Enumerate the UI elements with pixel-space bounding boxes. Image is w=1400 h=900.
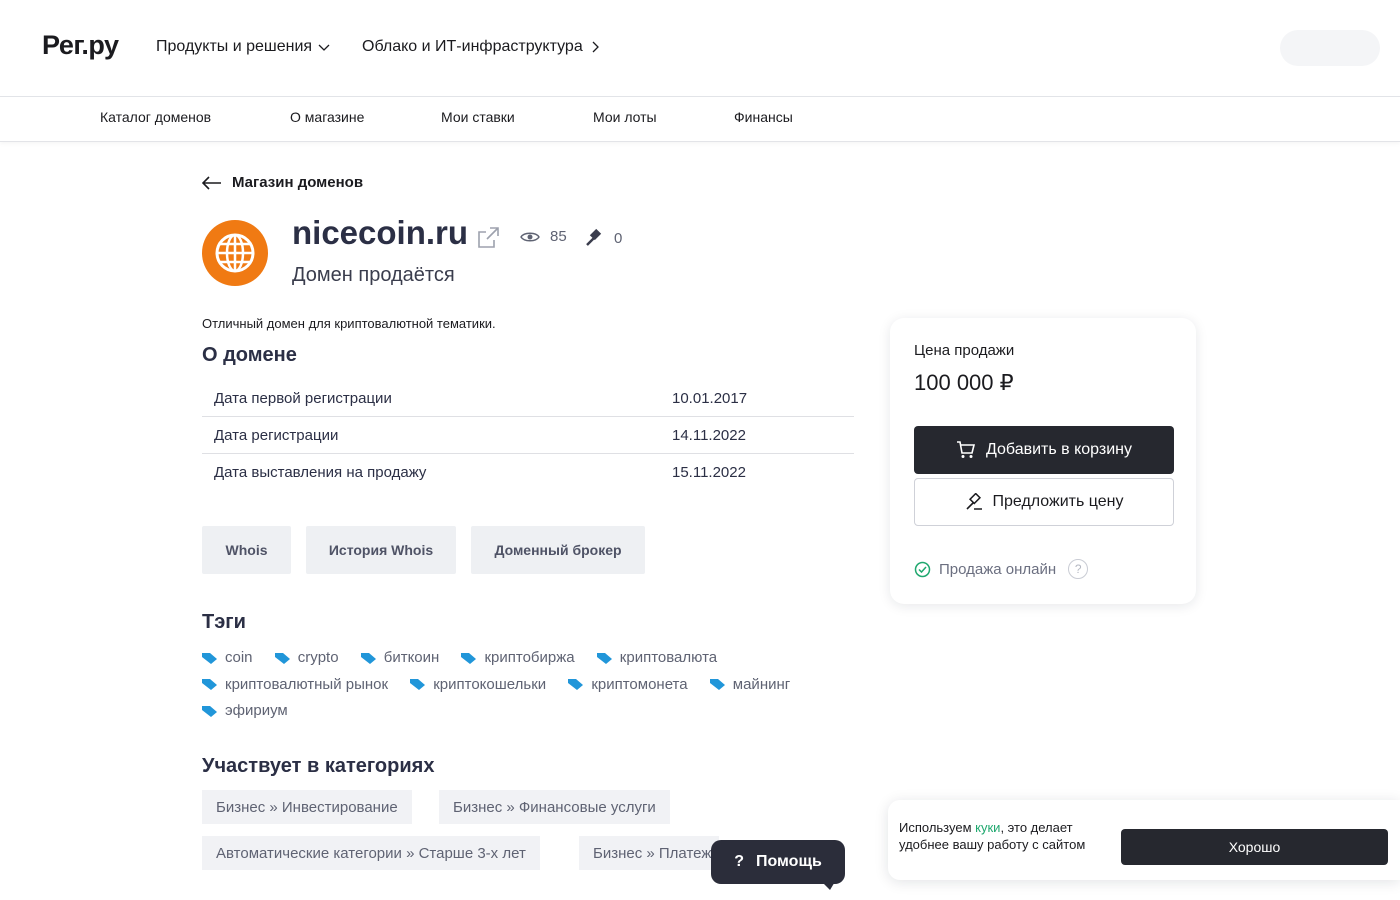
tag-item[interactable]: криптокошельки — [410, 673, 546, 697]
domain-avatar — [202, 220, 268, 286]
table-row: Дата выставления на продажу 15.11.2022 — [202, 454, 854, 491]
question-icon: ? — [734, 853, 744, 870]
cart-icon — [956, 441, 976, 458]
subnav-about-shop[interactable]: О магазине — [290, 109, 364, 125]
check-circle-icon — [914, 561, 931, 577]
tag-icon — [360, 652, 376, 664]
shop-subnav: Каталог доменов О магазине Мои ставки Мо… — [0, 97, 1400, 142]
cookie-banner: Используем куки, это делает удобнее вашу… — [888, 800, 1400, 880]
category-chip[interactable]: Бизнес » Финансовые услуги — [439, 790, 670, 824]
online-sale-status: Продажа онлайн ? — [914, 559, 1089, 579]
online-sale-label: Продажа онлайн — [939, 560, 1057, 578]
about-heading: О домене — [202, 344, 297, 366]
row-value: 15.11.2022 — [672, 464, 746, 481]
top-header: Рег.ру Продукты и решения Облако и ИТ-ин… — [0, 0, 1400, 97]
subnav-my-bids[interactable]: Мои ставки — [441, 109, 515, 125]
tag-item[interactable]: coin — [202, 646, 253, 670]
back-link-label: Магазин доменов — [232, 174, 364, 191]
add-to-cart-button[interactable]: Добавить в корзину — [914, 426, 1174, 474]
tag-item[interactable]: биткоин — [360, 646, 439, 670]
arrow-left-icon — [202, 175, 221, 190]
globe-icon — [215, 233, 255, 273]
row-key: Дата первой регистрации — [214, 389, 392, 407]
whois-history-button[interactable]: История Whois — [306, 526, 456, 574]
bids-count: 0 — [614, 229, 623, 247]
tag-icon — [709, 679, 725, 690]
site-logo[interactable]: Рег.ру — [42, 30, 119, 61]
eye-icon — [520, 232, 540, 241]
views-stat: 85 — [520, 228, 567, 245]
domain-description: Отличный домен для криптовалютной темати… — [202, 316, 496, 331]
tag-item[interactable]: криптобиржа — [461, 646, 575, 670]
tag-item[interactable]: crypto — [274, 646, 339, 670]
nav-cloud[interactable]: Облако и ИТ-инфраструктура — [362, 38, 601, 56]
tag-icon — [596, 652, 612, 664]
tags-list: coin crypto биткоин криптобиржа криптова… — [202, 646, 862, 726]
help-button[interactable]: ? Помощь — [711, 840, 845, 884]
tags-heading: Тэги — [202, 611, 246, 633]
table-row: Дата первой регистрации 10.01.2017 — [202, 380, 854, 417]
tag-icon — [274, 652, 290, 664]
tag-icon — [410, 679, 426, 690]
auction-hammer-icon — [586, 228, 602, 246]
help-label: Помощь — [755, 853, 822, 870]
category-chip[interactable]: Автоматические категории » Старше 3-х ле… — [202, 836, 540, 870]
tag-icon — [202, 652, 217, 664]
nav-products-label: Продукты и решения — [156, 38, 313, 55]
offer-price-button[interactable]: Предложить цену — [914, 478, 1174, 526]
bids-stat: 0 — [584, 228, 622, 248]
domain-broker-button[interactable]: Доменный брокер — [471, 526, 645, 574]
row-key: Дата регистрации — [214, 426, 339, 444]
tag-item[interactable]: эфириум — [202, 699, 288, 723]
nav-cloud-label: Облако и ИТ-инфраструктура — [362, 38, 583, 55]
cookie-link[interactable]: куки — [975, 820, 1000, 835]
views-count: 85 — [550, 228, 567, 245]
question-icon[interactable]: ? — [1068, 559, 1089, 579]
domain-title: nicecoin.ru — [292, 214, 469, 251]
tag-icon — [202, 679, 217, 690]
offer-price-label: Предложить цену — [992, 493, 1124, 510]
subnav-my-lots[interactable]: Мои лоты — [593, 109, 657, 125]
tag-item[interactable]: криптомонета — [568, 673, 688, 697]
chevron-right-icon — [592, 41, 599, 53]
category-chip[interactable]: Бизнес » Инвестирование — [202, 790, 412, 824]
subnav-finance[interactable]: Финансы — [734, 109, 793, 125]
price-value: 100 000 ₽ — [914, 370, 1014, 395]
tag-item[interactable]: криптовалюта — [596, 646, 717, 670]
price-label: Цена продажи — [914, 342, 1015, 359]
add-to-cart-label: Добавить в корзину — [985, 441, 1132, 458]
row-value: 14.11.2022 — [672, 426, 746, 444]
domain-status: Домен продаётся — [292, 264, 455, 286]
cookie-text: Используем куки, это делает удобнее вашу… — [899, 820, 1086, 852]
external-link-icon[interactable] — [476, 226, 500, 255]
table-row: Дата регистрации 14.11.2022 — [202, 417, 854, 454]
nav-products[interactable]: Продукты и решения — [156, 38, 330, 56]
about-table: Дата первой регистрации 10.01.2017 Дата … — [202, 380, 854, 491]
login-button-placeholder[interactable] — [1280, 30, 1380, 66]
back-link[interactable]: Магазин доменов — [202, 174, 363, 191]
category-chip[interactable]: Бизнес » Платеж — [579, 836, 719, 870]
tag-icon — [202, 705, 217, 717]
row-value: 10.01.2017 — [672, 389, 748, 407]
tag-icon — [461, 652, 477, 664]
subnav-catalog[interactable]: Каталог доменов — [100, 109, 211, 125]
chevron-down-icon — [318, 44, 330, 51]
tag-icon — [568, 679, 584, 690]
row-key: Дата выставления на продажу — [214, 464, 427, 481]
tag-item[interactable]: криптовалютный рынок — [202, 673, 388, 697]
tag-item[interactable]: майнинг — [709, 673, 790, 697]
cookie-accept-button[interactable]: Хорошо — [1121, 829, 1388, 865]
help-bubble-tail — [820, 880, 836, 890]
price-card: Цена продажи 100 000 ₽ Добавить в корзин… — [890, 318, 1196, 604]
categories-heading: Участвует в категориях — [202, 755, 435, 777]
auction-hammer-icon — [965, 493, 982, 510]
whois-button[interactable]: Whois — [202, 526, 291, 574]
